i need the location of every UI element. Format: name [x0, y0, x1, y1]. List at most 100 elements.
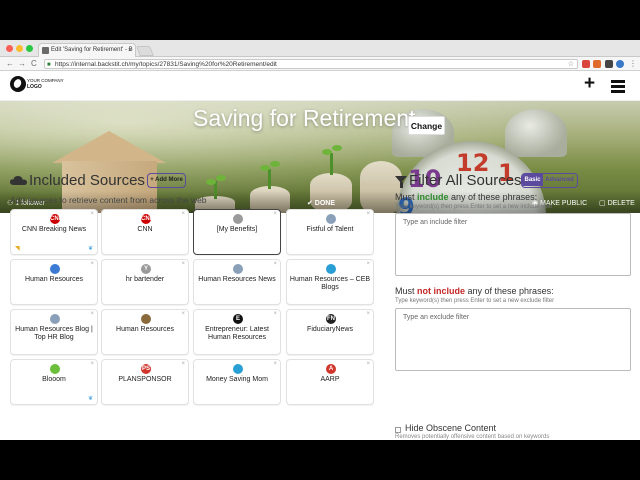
- remove-source-icon[interactable]: ×: [366, 211, 370, 217]
- include-filter-box: [395, 213, 631, 276]
- back-icon[interactable]: ←: [6, 59, 14, 69]
- remove-source-icon[interactable]: ×: [273, 211, 277, 217]
- reload-icon[interactable]: C: [31, 59, 37, 69]
- remove-source-icon[interactable]: ×: [181, 361, 185, 367]
- cocktail-icon: Y: [141, 264, 151, 274]
- extension-icon[interactable]: [605, 60, 613, 68]
- window-minimize-button[interactable]: [16, 45, 23, 52]
- tab-strip: Edit 'Saving for Retirement' - B ×: [0, 40, 640, 57]
- source-card-label: Human Resources – CEB Blogs: [289, 276, 371, 291]
- remove-source-icon[interactable]: ×: [90, 361, 94, 367]
- exclude-label: Must not include any of these phrases:: [395, 286, 554, 296]
- aarp-icon: A: [326, 364, 336, 374]
- msm-icon: [233, 364, 243, 374]
- image-icon: [326, 214, 336, 224]
- source-card[interactable]: Fistful of Talent ×: [286, 209, 374, 255]
- plus-icon[interactable]: +: [584, 74, 595, 93]
- source-card-label: Human Resources News: [198, 276, 276, 283]
- remove-source-icon[interactable]: ×: [366, 361, 370, 367]
- window-maximize-button[interactable]: [26, 45, 33, 52]
- hide-obscene-checkbox[interactable]: [395, 427, 401, 433]
- source-card-label: CNN Breaking News: [21, 226, 87, 233]
- topic-title: Saving for Retirement: [193, 105, 416, 131]
- hamburger-icon[interactable]: [611, 80, 625, 95]
- image-icon: [50, 314, 60, 324]
- cnn-icon: CNN: [50, 214, 63, 224]
- source-card[interactable]: Human Resources ×: [101, 309, 189, 355]
- included-sources-section: Included Sources + Add More Add sources …: [10, 172, 378, 405]
- source-card[interactable]: Human Resources ×: [10, 259, 98, 305]
- hide-obscene-hint: Removes potentially offensive content ba…: [395, 434, 550, 440]
- source-card[interactable]: Human Resources Blog | Top HR Blog ×: [10, 309, 98, 355]
- new-tab-button[interactable]: [136, 46, 154, 56]
- source-card[interactable]: CNN CNN Breaking News × ◥ ❦: [10, 209, 98, 255]
- delete-button[interactable]: ▢ DELETE: [599, 199, 635, 207]
- remove-source-icon[interactable]: ×: [366, 311, 370, 317]
- source-card[interactable]: E Entrepreneur: Latest Human Resources ×: [193, 309, 281, 355]
- exclude-filter-input[interactable]: [396, 309, 630, 370]
- sources-subtitle: Add sources to retrieve content from acr…: [10, 195, 207, 205]
- source-card-label: Entrepreneur: Latest Human Resources: [205, 326, 269, 341]
- advanced-tab[interactable]: Advanced: [543, 174, 576, 186]
- include-label: Must include any of these phrases:: [395, 192, 538, 202]
- source-card-label: Fistful of Talent: [306, 226, 354, 233]
- source-card[interactable]: Blooom × ❦: [10, 359, 98, 405]
- remove-source-icon[interactable]: ×: [181, 261, 185, 267]
- lock-icon: ■: [47, 62, 51, 68]
- hr-icon: [50, 264, 60, 274]
- include-filter-input[interactable]: [396, 214, 630, 275]
- source-card[interactable]: A AARP ×: [286, 359, 374, 405]
- extension-icon[interactable]: [582, 60, 590, 68]
- forward-icon[interactable]: →: [18, 59, 26, 69]
- add-more-button[interactable]: + Add More: [147, 173, 186, 188]
- ps-icon: PS: [141, 364, 151, 374]
- address-bar[interactable]: ■ https://internal.backstit.ch/my/topics…: [44, 59, 578, 69]
- remove-source-icon[interactable]: ×: [90, 311, 94, 317]
- extension-icon[interactable]: [593, 60, 601, 68]
- company-logo-text[interactable]: YOUR COMPANY LOGO: [27, 78, 64, 90]
- remove-source-icon[interactable]: ×: [181, 211, 185, 217]
- bookmark-star-icon[interactable]: ☆: [568, 60, 574, 69]
- browser-tab[interactable]: Edit 'Saving for Retirement' - B ×: [38, 43, 136, 57]
- extension-icon[interactable]: [616, 60, 624, 68]
- source-card-label: Human Resources: [116, 326, 174, 333]
- hide-obscene-label: Hide Obscene Content: [405, 423, 497, 433]
- tab-close-icon[interactable]: ×: [128, 44, 132, 57]
- app-header: YOUR COMPANY LOGO +: [0, 71, 640, 101]
- source-card[interactable]: Human Resources News ×: [193, 259, 281, 305]
- blooom-icon: [50, 364, 60, 374]
- include-hint: Type keyword(s) then press Enter to set …: [395, 204, 553, 210]
- twitter-icon: ❦: [87, 246, 93, 252]
- remove-source-icon[interactable]: ×: [366, 261, 370, 267]
- source-card[interactable]: CNN CNN ×: [101, 209, 189, 255]
- source-card-label: Human Resources: [25, 276, 83, 283]
- source-card-label: PLANSPONSOR: [118, 376, 172, 383]
- window-close-button[interactable]: [6, 45, 13, 52]
- source-card[interactable]: [My Benefits] ×: [193, 209, 281, 255]
- source-card[interactable]: PS PLANSPONSOR ×: [101, 359, 189, 405]
- source-card-label: Human Resources Blog | Top HR Blog: [15, 326, 93, 341]
- remove-source-icon[interactable]: ×: [273, 311, 277, 317]
- change-image-button[interactable]: Change: [408, 116, 445, 135]
- trash-icon: ▢: [599, 200, 608, 207]
- favicon-icon: [42, 47, 49, 54]
- included-sources-title: Included Sources: [29, 172, 145, 189]
- source-card[interactable]: Money Saving Mom ×: [193, 359, 281, 405]
- hr-icon: [141, 314, 151, 324]
- remove-source-icon[interactable]: ×: [181, 311, 185, 317]
- twitter-icon: ❦: [87, 396, 93, 402]
- remove-source-icon[interactable]: ×: [273, 261, 277, 267]
- browser-menu-icon[interactable]: ⋮: [629, 59, 637, 69]
- cnn-icon: CNN: [141, 214, 154, 224]
- done-button[interactable]: ✔ DONE: [307, 199, 335, 207]
- source-card[interactable]: FN FiduciaryNews ×: [286, 309, 374, 355]
- browser-toolbar: ← → C ■ https://internal.backstit.ch/my/…: [0, 57, 640, 71]
- remove-source-icon[interactable]: ×: [90, 261, 94, 267]
- basic-tab[interactable]: Basic: [522, 174, 543, 186]
- source-card-label: AARP: [320, 376, 340, 383]
- source-card[interactable]: Yhr bartender ×: [101, 259, 189, 305]
- remove-source-icon[interactable]: ×: [273, 361, 277, 367]
- remove-source-icon[interactable]: ×: [90, 211, 94, 217]
- company-logo-icon[interactable]: [10, 76, 26, 92]
- source-card[interactable]: Human Resources – CEB Blogs ×: [286, 259, 374, 305]
